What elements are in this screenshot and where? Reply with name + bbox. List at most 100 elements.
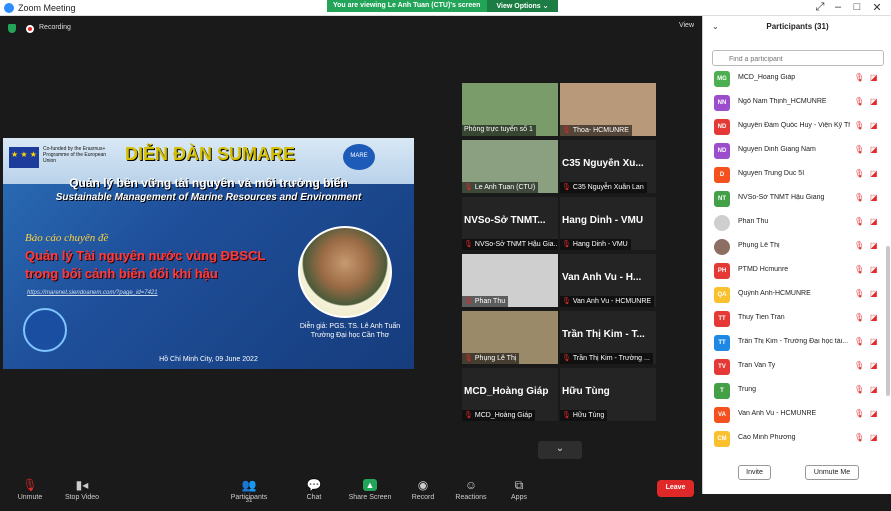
unmute-me-button[interactable]: Unmute Me <box>805 465 859 480</box>
microphone-muted-icon: 🎙 <box>562 241 571 248</box>
microphone-muted-icon: 🎙 <box>464 355 473 362</box>
participant-row[interactable]: NN Ngô Nam Thịnh_HCMUNRE 🎙 ◪ <box>703 93 885 113</box>
minimize-button[interactable]: – <box>828 1 848 13</box>
unmute-label: Unmute <box>17 494 43 501</box>
video-off-icon: ◪ <box>870 97 878 106</box>
participant-row[interactable]: Phan Thu 🎙 ◪ <box>703 213 885 233</box>
participant-row[interactable]: Phụng Lê Thị 🎙 ◪ <box>703 237 885 257</box>
participant-row[interactable]: VA Van Anh Vu - HCMUNRE 🎙 ◪ <box>703 405 885 425</box>
participant-row[interactable]: NT NVSo-Sở TNMT Hậu Giang 🎙 ◪ <box>703 189 885 209</box>
tile-name-label: 🎙 Le Anh Tuan (CTU) <box>462 182 539 193</box>
video-tile[interactable]: Hang Dinh - VMU 🎙 Hang Dinh - VMU <box>560 197 656 250</box>
shared-screen: ★ ★ ★ Co-funded by the Erasmus+ Programm… <box>3 138 414 369</box>
tile-name-label: 🎙 Van Anh Vu - HCMUNRE <box>560 296 655 307</box>
tile-name-label: 🎙 NVSo-Sở TNMT Hậu Gia... <box>462 239 558 250</box>
microphone-muted-icon: 🎙 <box>854 409 865 418</box>
video-tile[interactable]: Phòng trực tuyến số 1 <box>462 83 558 136</box>
participant-row[interactable]: MG MCD_Hoang Giáp 🎙 ◪ <box>703 69 885 89</box>
video-tile[interactable]: Hữu Tùng 🎙 Hữu Tùng <box>560 368 656 421</box>
microphone-muted-icon: 🎙 <box>22 478 38 492</box>
viewing-banner: You are viewing Le Anh Tuan (CTU)'s scre… <box>327 0 558 12</box>
participant-row[interactable]: ND Nguyễn Đàm Quốc Huy - Viện Kỹ Th... 🎙 ◪ <box>703 117 885 137</box>
close-button[interactable]: ✕ <box>867 1 887 14</box>
video-tile[interactable]: MCD_Hoàng Giáp 🎙 MCD_Hoàng Giáp <box>462 368 558 421</box>
avatar: NT <box>714 191 730 207</box>
video-tile[interactable]: 🎙 Le Anh Tuan (CTU) <box>462 140 558 193</box>
participant-row[interactable]: D Nguyen Trung Duc 5I 🎙 ◪ <box>703 165 885 185</box>
participant-name: MCD_Hoang Giáp <box>738 74 796 81</box>
fullscreen-icon[interactable]: ⤢ <box>810 1 830 14</box>
video-off-icon: ◪ <box>870 73 878 82</box>
stop-video-button[interactable]: ▮◂ Stop Video <box>52 474 112 510</box>
participant-row[interactable]: TT Thuy Tien Tran 🎙 ◪ <box>703 309 885 329</box>
tile-name-label: 🎙 Phụng Lê Thị <box>462 353 520 364</box>
tile-label-text: Phòng trực tuyến số 1 <box>464 126 533 133</box>
microphone-muted-icon: 🎙 <box>562 412 571 419</box>
microphone-muted-icon: 🎙 <box>854 385 865 394</box>
apps-icon: ⧉ <box>514 478 524 492</box>
microphone-muted-icon: 🎙 <box>854 97 865 106</box>
video-tile[interactable]: C35 Nguyễn Xu... 🎙 C35 Nguyễn Xuân Lan <box>560 140 656 193</box>
chat-button[interactable]: 💬 Chat <box>284 474 344 510</box>
avatar: TT <box>714 335 730 351</box>
tile-label-text: Trần Thị Kim - Trường ... <box>572 355 650 362</box>
video-tile[interactable]: Van Anh Vu - H... 🎙 Van Anh Vu - HCMUNRE <box>560 254 656 307</box>
participant-row[interactable]: TT Trần Thị Kim - Trường Đại học tài... 🎙 ◪ <box>703 333 885 353</box>
stop-video-label: Stop Video <box>64 494 100 501</box>
tile-label-text: C35 Nguyễn Xuân Lan <box>572 184 644 191</box>
microphone-muted-icon: 🎙 <box>464 298 473 305</box>
tile-display-name: C35 Nguyễn Xu... <box>562 158 644 169</box>
invite-button[interactable]: Invite <box>738 465 771 480</box>
video-tile[interactable]: 🎙 Phụng Lê Thị <box>462 311 558 364</box>
tile-name-label: Phòng trực tuyến số 1 <box>462 125 536 136</box>
encryption-shield-icon[interactable] <box>8 24 16 33</box>
microphone-muted-icon: 🎙 <box>854 265 865 274</box>
chevron-down-icon[interactable]: ⌄ <box>538 441 582 459</box>
avatar: QA <box>714 287 730 303</box>
participant-row[interactable]: TV Tran Van Ty 🎙 ◪ <box>703 357 885 377</box>
report-title-line-1: Quản lý Tài nguyên nước vùng ĐBSCL <box>25 248 266 263</box>
participant-search-input[interactable] <box>712 50 884 66</box>
apps-button[interactable]: ⧉ Apps <box>489 474 549 510</box>
tile-display-name: Hữu Tùng <box>562 386 610 397</box>
tile-display-name: NVSo-Sở TNMT... <box>464 215 546 226</box>
slide-place-date: Hồ Chí Minh City, 09 June 2022 <box>159 356 258 363</box>
tile-label-text: NVSo-Sở TNMT Hậu Gia... <box>474 241 558 248</box>
window-title: Zoom Meeting <box>18 3 76 13</box>
participant-name: NVSo-Sở TNMT Hậu Giang <box>738 194 825 201</box>
participant-row[interactable]: PH PTMD Hcmunre 🎙 ◪ <box>703 261 885 281</box>
video-tile[interactable]: 🎙 Phan Thu <box>462 254 558 307</box>
video-tile[interactable]: 🎙 Thoa- HCMUNRE <box>560 83 656 136</box>
participant-row[interactable]: T Trung 🎙 ◪ <box>703 381 885 401</box>
chat-label: Chat <box>306 494 322 501</box>
participants-panel: ⌄ Participants (31) ⌕ MGMCD_Hoang Giáp🎙◪… <box>702 16 891 494</box>
participants-button[interactable]: 👥31 Participants <box>219 474 279 510</box>
avatar: ND <box>714 119 730 135</box>
microphone-muted-icon: 🎙 <box>854 289 865 298</box>
share-screen-button[interactable]: ▲ Share Screen <box>340 474 400 510</box>
participant-row[interactable]: CM Cao Minh Phương 🎙 ◪ <box>703 429 885 449</box>
view-options-button[interactable]: View Options ⌄ <box>487 0 558 12</box>
participant-row[interactable]: QA Quỳnh Anh-HCMUNRE 🎙 ◪ <box>703 285 885 305</box>
microphone-muted-icon: 🎙 <box>854 193 865 202</box>
video-tile[interactable]: Trần Thị Kim - T... 🎙 Trần Thị Kim - Trườn… <box>560 311 656 364</box>
maximize-button[interactable]: □ <box>847 1 867 13</box>
viewing-banner-text: You are viewing Le Anh Tuan (CTU)'s scre… <box>333 2 481 9</box>
tile-label-text: Phụng Lê Thị <box>474 355 517 362</box>
participant-row[interactable]: ND Nguyen Dinh Giang Nam 🎙 ◪ <box>703 141 885 161</box>
slide-url: https://marenet.siendoanem.com/?page_id=… <box>27 290 158 296</box>
video-tile[interactable]: NVSo-Sở TNMT... 🎙 NVSo-Sở TNMT Hậu Gia... <box>462 197 558 250</box>
avatar: CM <box>714 431 730 447</box>
share-screen-icon: ▲ <box>363 479 377 491</box>
participants-icon: 👥31 <box>241 478 257 504</box>
view-button[interactable]: View <box>679 22 694 29</box>
microphone-muted-icon: 🎙 <box>854 241 865 250</box>
leave-button[interactable]: Leave <box>657 480 694 497</box>
participant-list-scrollbar[interactable] <box>886 246 890 396</box>
unmute-button[interactable]: 🎙 Unmute <box>0 474 60 510</box>
meeting-area: Recording View ★ ★ ★ Co-funded by the Er… <box>0 16 702 510</box>
tile-name-label: 🎙 Hữu Tùng <box>560 410 608 421</box>
participant-name: Trung <box>738 386 757 393</box>
microphone-muted-icon: 🎙 <box>464 412 473 419</box>
avatar: NN <box>714 95 730 111</box>
